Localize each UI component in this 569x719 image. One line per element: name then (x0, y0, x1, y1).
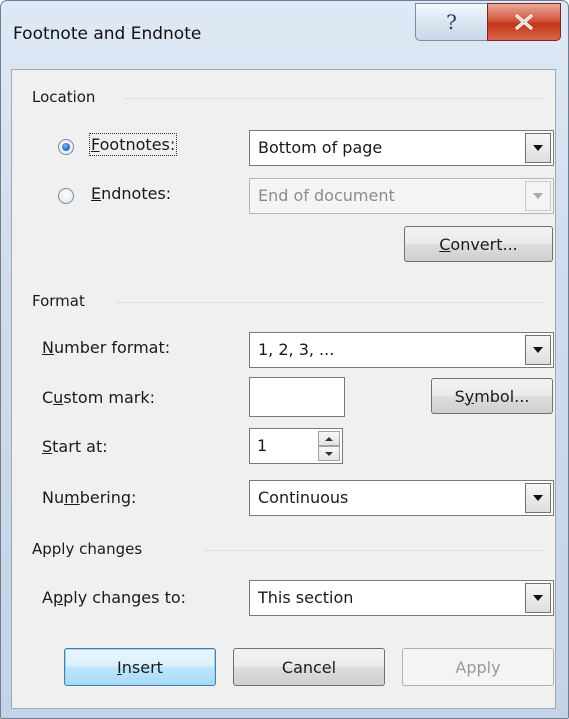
spin-down-icon[interactable] (318, 446, 340, 461)
dropdown-arrow-icon[interactable] (525, 483, 551, 513)
help-button[interactable]: ? (415, 3, 488, 41)
apply-button: Apply (402, 648, 554, 686)
dialog-window: Footnote and Endnote ? Location Footnote… (0, 0, 569, 719)
symbol-button[interactable]: Sy mbol... (431, 378, 553, 414)
endnotes-radio[interactable] (58, 188, 74, 204)
format-section-label: Format (32, 292, 85, 310)
start-at-label: Start at: (42, 437, 108, 456)
start-at-spinner[interactable]: 1 (249, 428, 343, 464)
custom-mark-label: Custom mark: (42, 388, 156, 407)
location-divider (125, 98, 545, 99)
numbering-select[interactable]: Continuous (249, 480, 554, 516)
start-at-value: 1 (257, 436, 268, 455)
endnotes-location-value: End of document (258, 186, 395, 205)
apply-changes-to-label: Apply changes to: (42, 588, 187, 607)
dialog-title: Footnote and Endnote (13, 24, 202, 44)
number-format-select[interactable]: 1, 2, 3, ... (249, 332, 554, 368)
cancel-button[interactable]: Cancel (233, 648, 385, 686)
dropdown-arrow-icon (525, 181, 551, 211)
location-section-label: Location (32, 88, 96, 106)
convert-button[interactable]: Convert... (404, 226, 553, 262)
apply-changes-divider (204, 550, 545, 551)
dialog-body: Location Footnotes: Bottom of page Endno… (11, 69, 556, 709)
close-icon (515, 14, 533, 30)
close-button[interactable] (487, 3, 561, 41)
numbering-value: Continuous (258, 488, 349, 507)
apply-changes-to-value: This section (258, 588, 354, 607)
format-divider (116, 302, 545, 303)
dropdown-arrow-icon[interactable] (525, 133, 551, 163)
radio-selected-dot (62, 143, 70, 151)
footnotes-radio[interactable] (58, 139, 74, 155)
number-format-label: Number format: (42, 338, 171, 357)
dropdown-arrow-icon[interactable] (525, 583, 551, 613)
dropdown-arrow-icon[interactable] (525, 335, 551, 365)
spin-up-icon[interactable] (318, 431, 340, 446)
numbering-label: Numbering: (42, 488, 137, 507)
apply-changes-section-label: Apply changes (32, 540, 143, 558)
footnotes-label[interactable]: Footnotes: (88, 133, 178, 156)
custom-mark-input[interactable] (249, 377, 345, 417)
title-bar[interactable]: Footnote and Endnote ? (1, 1, 568, 69)
number-format-value: 1, 2, 3, ... (258, 340, 335, 359)
footnotes-location-value: Bottom of page (258, 138, 383, 157)
help-icon: ? (446, 10, 457, 34)
insert-button[interactable]: Insert (64, 648, 216, 686)
apply-changes-to-select[interactable]: This section (249, 580, 554, 616)
footnotes-location-select[interactable]: Bottom of page (249, 130, 554, 166)
endnotes-location-select: End of document (249, 178, 554, 214)
endnotes-label[interactable]: Endnotes: (91, 184, 171, 203)
